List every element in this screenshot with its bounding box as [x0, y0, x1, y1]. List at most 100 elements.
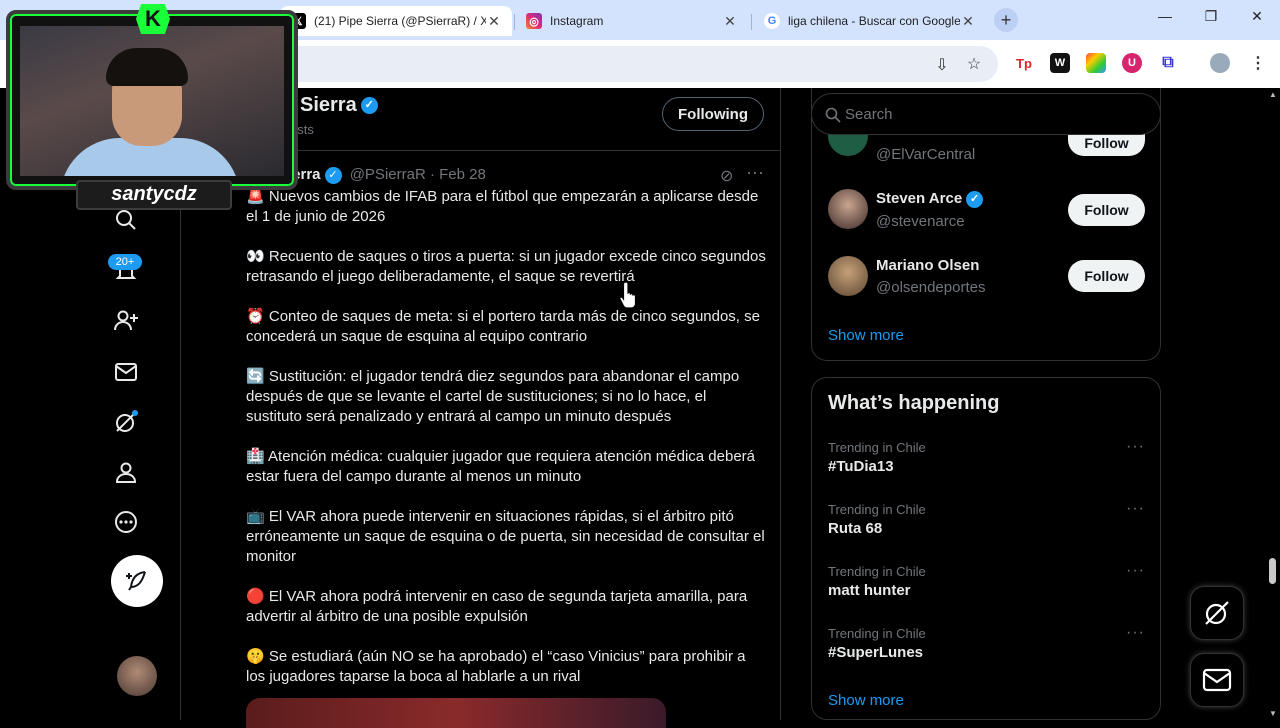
arrows-cycle-emoji-icon: 🔄	[246, 368, 265, 385]
extensions-puzzle-icon[interactable]: ⧉	[1158, 53, 1178, 73]
tab-title: (21) Pipe Sierra (@PSierraR) / X	[314, 14, 486, 28]
follow-button[interactable]: Follow	[1068, 194, 1145, 226]
tweet-date[interactable]: Feb 28	[439, 166, 486, 183]
profile-name-text: Sierra	[300, 94, 357, 116]
grok-explain-icon[interactable]: ⊘	[720, 166, 733, 186]
close-tab-icon[interactable]: ✕	[960, 13, 976, 30]
verified-badge-icon: ✓	[324, 166, 342, 184]
tweet-paragraph-text: El VAR ahora puede intervenir en situaci…	[246, 508, 765, 565]
whats-happening-title: What’s happening	[828, 392, 1000, 414]
communities-icon[interactable]	[110, 304, 142, 336]
hospital-emoji-icon: 🏥	[246, 448, 265, 465]
feather-plus-icon	[126, 571, 146, 591]
profile-header-name: Sierra ✓	[300, 94, 378, 117]
tp-extension-icon[interactable]: Tp	[1014, 53, 1034, 73]
install-app-icon[interactable]: ⇩	[932, 55, 952, 75]
tweet-paragraph: 👀 Recuento de saques o tiros a puerta: s…	[246, 247, 766, 287]
bookmark-star-icon[interactable]: ☆	[964, 54, 984, 74]
compose-post-button[interactable]	[111, 555, 163, 607]
tweet-handle[interactable]: @PSierraR	[350, 166, 426, 183]
color-extension-icon[interactable]	[1086, 53, 1106, 73]
alarm-clock-emoji-icon: ⏰	[246, 308, 265, 325]
trend-more-icon[interactable]: ···	[1126, 438, 1145, 456]
red-circle-emoji-icon: 🔴	[246, 588, 265, 605]
trend-topic[interactable]: matt hunter	[828, 582, 911, 599]
more-options-icon[interactable]	[110, 506, 142, 538]
profile-person-icon[interactable]	[110, 456, 142, 488]
tweet-paragraph: 🚨 Nuevos cambios de IFAB para el fútbol …	[246, 187, 766, 227]
tweet-media-image[interactable]	[246, 698, 666, 728]
account-name[interactable]: Mariano Olsen	[876, 257, 979, 274]
account-avatar-stevenarce[interactable]	[828, 189, 868, 229]
grok-icon	[1205, 601, 1229, 625]
tweet-header: ierra ✓ @PSierraR · Feb 28	[288, 166, 486, 184]
account-name[interactable]: Steven Arce ✓	[876, 190, 984, 208]
trend-topic[interactable]: #TuDia13	[828, 458, 894, 475]
notifications-badge: 20+	[108, 254, 142, 270]
webcam-person-hair	[106, 48, 188, 86]
messages-envelope-icon[interactable]	[110, 356, 142, 388]
tab-separator	[751, 14, 752, 30]
follow-button[interactable]: Follow	[1068, 260, 1145, 292]
profile-avatar-icon[interactable]	[1210, 53, 1230, 73]
close-window-button[interactable]: ✕	[1242, 8, 1272, 25]
tab-title: liga chilena - Buscar con Google	[788, 14, 960, 28]
account-handle[interactable]: @olsendeportes	[876, 279, 985, 296]
hand-cursor-icon	[619, 281, 637, 309]
verified-badge-icon: ✓	[966, 190, 984, 208]
tweet-paragraph-text: Nuevos cambios de IFAB para el fútbol qu…	[246, 188, 759, 225]
account-handle[interactable]: @stevenarce	[876, 213, 965, 230]
messages-floating-button[interactable]	[1190, 653, 1244, 707]
restore-button[interactable]: ❐	[1196, 8, 1226, 25]
tab-x-profile[interactable]: 𝕏 (21) Pipe Sierra (@PSierraR) / X ✕	[280, 6, 512, 36]
scrollbar-thumb[interactable]	[1269, 558, 1276, 584]
trend-topic[interactable]: Ruta 68	[828, 520, 882, 537]
kick-logo: K	[136, 4, 170, 34]
tab-separator	[514, 14, 515, 30]
trend-more-icon[interactable]: ···	[1126, 624, 1145, 642]
tweet-more-icon[interactable]: ···	[746, 162, 764, 183]
trend-more-icon[interactable]: ···	[1126, 500, 1145, 518]
account-avatar-olsendeportes[interactable]	[828, 256, 868, 296]
tweet-paragraph-text: Atención médica: cualquier jugador que r…	[246, 448, 756, 485]
tweet-paragraph: 🏥 Atención médica: cualquier jugador que…	[246, 447, 766, 487]
trend-context: Trending in Chile	[828, 502, 926, 517]
tweet-paragraph: 📺 El VAR ahora puede intervenir en situa…	[246, 507, 766, 567]
trends-show-more[interactable]: Show more	[828, 692, 904, 709]
close-tab-icon[interactable]: ✕	[486, 13, 502, 30]
scroll-down-icon[interactable]: ▼	[1269, 709, 1277, 718]
close-tab-icon[interactable]: ✕	[722, 13, 738, 30]
tweet-paragraph: 🤫 Se estudiará (aún NO se ha aprobado) e…	[246, 647, 766, 687]
tweet-paragraph: ⏰ Conteo de saques de meta: si el porter…	[246, 307, 766, 347]
envelope-icon	[1202, 668, 1232, 692]
trend-topic[interactable]: #SuperLunes	[828, 644, 923, 661]
account-handle[interactable]: @ElVarCentral	[876, 146, 975, 163]
television-emoji-icon: 📺	[246, 508, 265, 525]
tab-instagram[interactable]: ◎ Instagram ✕	[516, 6, 748, 36]
trend-context: Trending in Chile	[828, 564, 926, 579]
w-extension-icon[interactable]: W	[1050, 53, 1070, 73]
tweet-paragraph-text: Conteo de saques de meta: si el portero …	[246, 308, 760, 345]
new-tab-button[interactable]: +	[994, 8, 1018, 32]
tweet-paragraph: 🔄 Sustitución: el jugador tendrá diez se…	[246, 367, 766, 427]
trend-more-icon[interactable]: ···	[1126, 562, 1145, 580]
webcam-video	[20, 26, 284, 176]
browser-menu-icon[interactable]: ⋮	[1248, 53, 1268, 73]
u-extension-icon[interactable]: U	[1122, 53, 1142, 73]
grok-floating-button[interactable]	[1190, 586, 1244, 640]
tweet-paragraph: 🔴 El VAR ahora podrá intervenir en caso …	[246, 587, 766, 627]
minimize-button[interactable]: —	[1150, 8, 1180, 24]
search-placeholder: Search	[845, 106, 893, 123]
address-bar[interactable]: ⇩ ☆	[296, 46, 998, 82]
scroll-up-icon[interactable]: ▲	[1269, 90, 1277, 99]
search-input[interactable]: Search	[811, 93, 1161, 135]
account-avatar[interactable]	[117, 656, 157, 696]
page-scrollbar[interactable]: ▲ ▼	[1266, 88, 1280, 720]
following-button[interactable]: Following	[662, 97, 764, 131]
streamer-name: santycdz	[76, 180, 232, 210]
tweet-paragraph-text: El VAR ahora podrá intervenir en caso de…	[246, 588, 748, 625]
grok-icon[interactable]	[110, 406, 142, 438]
tab-google-search[interactable]: G liga chilena - Buscar con Google ✕	[754, 6, 986, 36]
google-logo-icon: G	[764, 13, 780, 29]
who-to-follow-show-more[interactable]: Show more	[828, 327, 904, 344]
